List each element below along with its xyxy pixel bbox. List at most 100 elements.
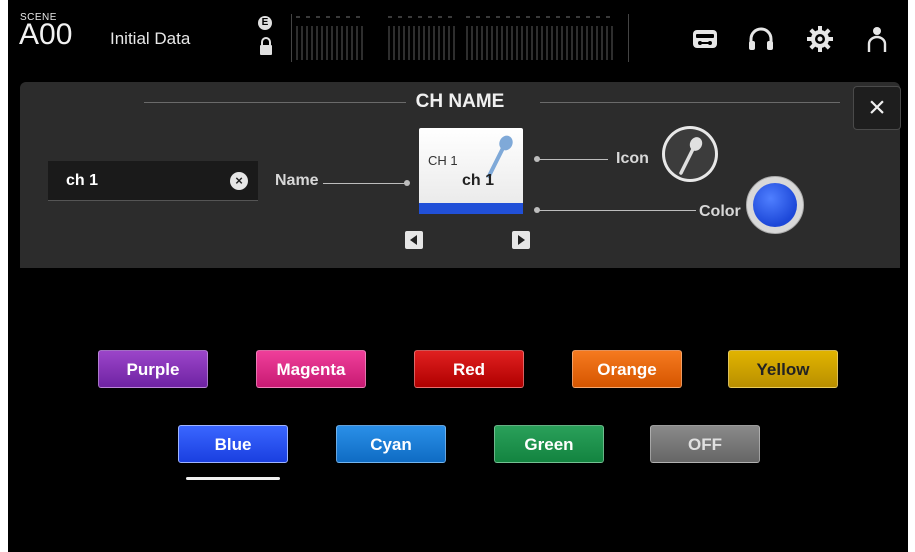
console-screen: SCENE A00 Initial Data E CH NAME × ch 1 … (8, 0, 908, 552)
color-button-orange[interactable]: Orange (572, 350, 682, 388)
meter-bar (296, 26, 298, 60)
meter-bar (536, 26, 538, 60)
arrow-left-icon (410, 235, 417, 245)
name-connector (323, 183, 407, 184)
level-meter[interactable] (291, 14, 629, 62)
color-button-magenta[interactable]: Magenta (256, 350, 366, 388)
meter-tick (316, 16, 320, 18)
meter-tick (606, 16, 610, 18)
channel-icon-button[interactable] (661, 125, 719, 183)
meter-tick (516, 16, 520, 18)
color-label: Color (699, 203, 741, 220)
meter-bar (591, 26, 593, 60)
meter-tick (556, 16, 560, 18)
name-input[interactable]: ch 1 × (48, 161, 258, 201)
color-connector (538, 210, 696, 211)
meter-bar (506, 26, 508, 60)
color-button-yellow[interactable]: Yellow (728, 350, 838, 388)
close-button[interactable]: × (853, 86, 901, 130)
panel-title: CH NAME (415, 91, 505, 112)
meter-bar (311, 26, 313, 60)
channel-card[interactable]: CH 1 ch 1 (419, 128, 523, 214)
meter-tick (546, 16, 550, 18)
scene-number[interactable]: A00 (19, 20, 72, 50)
meter-bar (556, 26, 558, 60)
meter-bar (351, 26, 353, 60)
meter-tick (496, 16, 500, 18)
selected-color-swatch (753, 183, 797, 227)
meter-bar (398, 26, 400, 60)
meter-bar (491, 26, 493, 60)
meter-bar (336, 26, 338, 60)
meter-bar (551, 26, 553, 60)
meter-bar (418, 26, 420, 60)
channel-color-button[interactable] (746, 176, 804, 234)
meter-bar (393, 26, 395, 60)
meter-bar (521, 26, 523, 60)
meter-bar (586, 26, 588, 60)
meter-tick (486, 16, 490, 18)
next-channel-button[interactable] (512, 231, 530, 249)
meter-bar (326, 26, 328, 60)
selected-color-indicator (186, 477, 280, 480)
meter-bar (486, 26, 488, 60)
color-button-blue[interactable]: Blue (178, 425, 288, 463)
meter-tick (296, 16, 300, 18)
meter-bar (403, 26, 405, 60)
user-icon[interactable] (862, 24, 892, 54)
meter-tick (576, 16, 580, 18)
close-icon: × (868, 91, 886, 124)
arrow-right-icon (518, 235, 525, 245)
meter-tick (418, 16, 422, 18)
edit-badge: E (258, 16, 272, 30)
meter-bar (408, 26, 410, 60)
ch-name-panel: CH NAME × ch 1 × Name CH 1 ch 1 Icon Col… (20, 82, 901, 268)
channel-number: CH 1 (428, 153, 458, 168)
color-button-off[interactable]: OFF (650, 425, 760, 463)
gear-icon[interactable] (805, 24, 835, 54)
meter-bar (516, 26, 518, 60)
meter-tick (336, 16, 340, 18)
meter-bar (341, 26, 343, 60)
meter-bar (346, 26, 348, 60)
meter-bar (331, 26, 333, 60)
meter-bar (438, 26, 440, 60)
recorder-icon[interactable] (690, 24, 720, 54)
prev-channel-button[interactable] (405, 231, 423, 249)
meter-bar (611, 26, 613, 60)
meter-bar (388, 26, 390, 60)
meter-bar (413, 26, 415, 60)
color-button-purple[interactable]: Purple (98, 350, 208, 388)
clear-icon[interactable]: × (230, 172, 248, 190)
meter-tick (326, 16, 330, 18)
meter-bar (606, 26, 608, 60)
meter-bar (428, 26, 430, 60)
meter-bar (501, 26, 503, 60)
channel-card-name: ch 1 (461, 172, 494, 189)
lock-icon (260, 37, 272, 55)
color-button-green[interactable]: Green (494, 425, 604, 463)
meter-bar (571, 26, 573, 60)
meter-bar (443, 26, 445, 60)
color-button-red[interactable]: Red (414, 350, 524, 388)
meter-bar (526, 26, 528, 60)
meter-tick (448, 16, 452, 18)
meter-bar (541, 26, 543, 60)
meter-tick (536, 16, 540, 18)
lock-status[interactable]: E (256, 14, 276, 58)
meter-tick (526, 16, 530, 18)
channel-color-stripe (419, 203, 523, 214)
headphones-icon[interactable] (746, 24, 776, 54)
icon-connector (538, 159, 608, 160)
meter-tick (566, 16, 570, 18)
color-button-cyan[interactable]: Cyan (336, 425, 446, 463)
meter-tick (438, 16, 442, 18)
meter-tick (346, 16, 350, 18)
meter-bar (496, 26, 498, 60)
meter-bar (316, 26, 318, 60)
meter-bar (481, 26, 483, 60)
meter-tick (388, 16, 392, 18)
meter-bar (596, 26, 598, 60)
scene-title[interactable]: Initial Data (110, 29, 190, 49)
meter-tick (586, 16, 590, 18)
